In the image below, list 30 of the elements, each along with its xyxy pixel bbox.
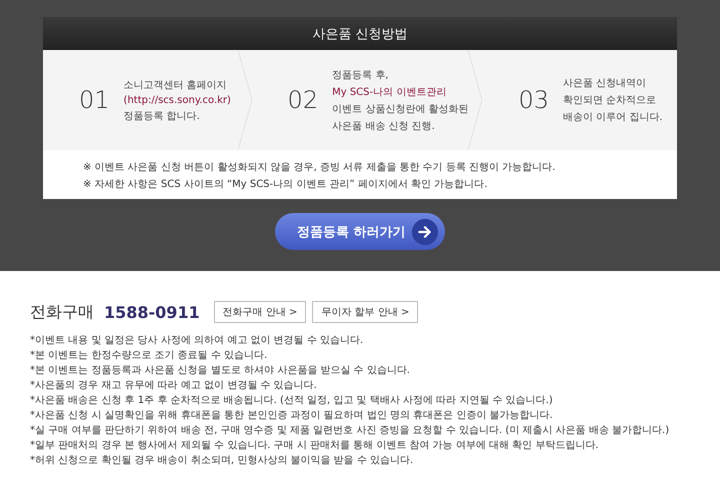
panel-title: 사은품 신청방법 [312, 26, 408, 42]
info-button[interactable]: 무이자 할부 안내 > [312, 301, 418, 323]
step-text: 사은품 배송 신청 진행. [332, 120, 436, 132]
notice-text: *사은품 신청 시 실명확인을 위해 휴대폰을 통한 본인인증 과정이 필요하며 법인 명의 휴대폰은 인증이 불가능합니다. [30, 409, 554, 422]
step-number: 02 [288, 86, 318, 114]
notice-text: *사은품 배송은 신청 후 1주 후 순차적으로 배송됩니다. (선적 일정, 입고 및 택배사 사정에 따라 지연될 수 있습니다.) [30, 394, 554, 407]
step-text: 정품등록 합니다. [124, 110, 201, 122]
phone-number: 1588-0911 [104, 302, 200, 322]
step-number: 01 [79, 86, 110, 114]
notice-text: *사은품의 경우 재고 유무에 따라 예고 없이 변경될 수 있습니다. [30, 379, 318, 392]
notice-text: *본 이벤트는 한정수량으로 조기 종료될 수 있습니다. [30, 349, 268, 362]
step-text: (http://scs.sony.co.kr) [124, 94, 231, 106]
phone-label: 전화구매 [30, 302, 94, 322]
step-number: 03 [518, 86, 549, 114]
step-text: 정품등록 후, [332, 68, 390, 82]
step-text: 배송이 이루어 집니다. [563, 111, 663, 124]
step-text: 소니고객센터 홈페이지 [124, 78, 228, 92]
note-text: ※ 자세한 사항은 SCS 사이트의 “My SCS-나의 이벤트 관리” 페이지에서 확인 가능합니다. [83, 178, 488, 191]
step-text: 이벤트 상품신청란에 활성화된 [332, 102, 468, 116]
notice-text: *일부 판매처의 경우 본 행사에서 제외될 수 있습니다. 구매 시 판매처를 통해 이벤트 참여 가능 여부에 대해 확인 부탁드립니다. [30, 439, 600, 452]
notice-text: *허위 신청으로 확인될 경우 배송이 취소되며, 민형사상의 불이익을 받을 수 있습니다. [30, 454, 414, 467]
step-text: My SCS-나의 이벤트관리 [332, 86, 448, 98]
notice-text: *본 이벤트는 정품등록과 사은품 신청을 별도로 하셔야 사은품을 받으실 수 있습니다. [30, 364, 411, 377]
note-text: ※ 이벤트 사은품 신청 버튼이 활성화되지 않을 경우, 증빙 서류 제출을 통한 수기 등록 진행이 가능합니다. [83, 161, 556, 174]
info-button[interactable]: 전화구매 안내 > [214, 301, 306, 323]
register-button[interactable]: 정품등록 하러가기 [275, 213, 445, 250]
step-text: 확인되면 순차적으로 [563, 94, 658, 107]
notice-text: *이벤트 내용 및 일정은 당사 사정에 의하여 예고 없이 변경될 수 있습니다. [30, 334, 364, 347]
notice-text: *실 구매 여부를 판단하기 위하여 배송 전, 구매 영수증 및 제품 일련번호 사진 증빙을 요청할 수 있습니다. (미 제출시 사은품 배송 불가합니다.) [30, 424, 670, 437]
step-text: 사은품 신청내역이 [563, 77, 648, 90]
